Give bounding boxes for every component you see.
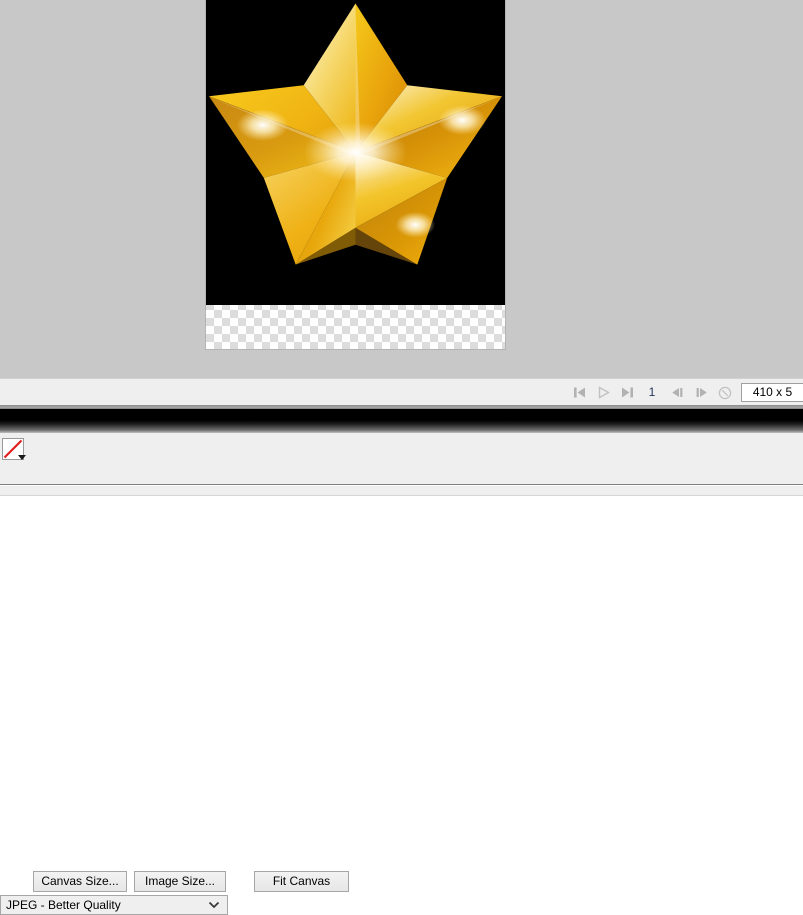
canvas-dimension-input[interactable]: 410 x 5 bbox=[741, 383, 803, 402]
tool-options-panel: Canvas Size... Image Size... Fit Canvas … bbox=[0, 433, 803, 915]
canvas-size-button[interactable]: Canvas Size... bbox=[33, 871, 127, 892]
skip-forward-icon bbox=[621, 387, 633, 398]
play-icon bbox=[598, 386, 610, 399]
export-format-select[interactable]: JPEG - Better Quality bbox=[0, 895, 228, 915]
image-size-button[interactable]: Image Size... bbox=[134, 871, 226, 892]
step-back-icon bbox=[671, 388, 682, 397]
stop-circle-icon bbox=[718, 386, 732, 399]
canvas-viewport[interactable] bbox=[0, 0, 803, 378]
go-to-first-frame-button[interactable] bbox=[567, 381, 591, 405]
panel-bottom-strip bbox=[0, 486, 803, 496]
fit-canvas-button[interactable]: Fit Canvas bbox=[254, 871, 349, 892]
page-background-area bbox=[0, 496, 803, 522]
document-page-checkerboard[interactable] bbox=[206, 0, 505, 349]
color-swatch-dropdown-arrow[interactable] bbox=[18, 455, 26, 460]
color-swatch-control[interactable] bbox=[2, 438, 28, 464]
step-forward-button[interactable] bbox=[689, 381, 713, 405]
step-back-button[interactable] bbox=[665, 381, 689, 405]
status-bar: 1 410 x 5 bbox=[0, 378, 803, 405]
go-to-last-frame-button[interactable] bbox=[615, 381, 639, 405]
gold-star-artwork bbox=[208, 3, 503, 265]
playback-controls: 1 410 x 5 bbox=[567, 379, 803, 406]
frame-number-display[interactable]: 1 bbox=[639, 379, 665, 406]
skip-back-icon bbox=[573, 387, 585, 398]
stop-button[interactable] bbox=[713, 381, 737, 405]
panel-divider-dark bbox=[0, 409, 803, 433]
export-format-selected-label: JPEG - Better Quality bbox=[6, 898, 121, 912]
image-layer[interactable] bbox=[206, 0, 505, 305]
play-button[interactable] bbox=[591, 381, 615, 405]
step-forward-icon bbox=[696, 388, 707, 397]
chevron-down-icon bbox=[208, 901, 220, 909]
